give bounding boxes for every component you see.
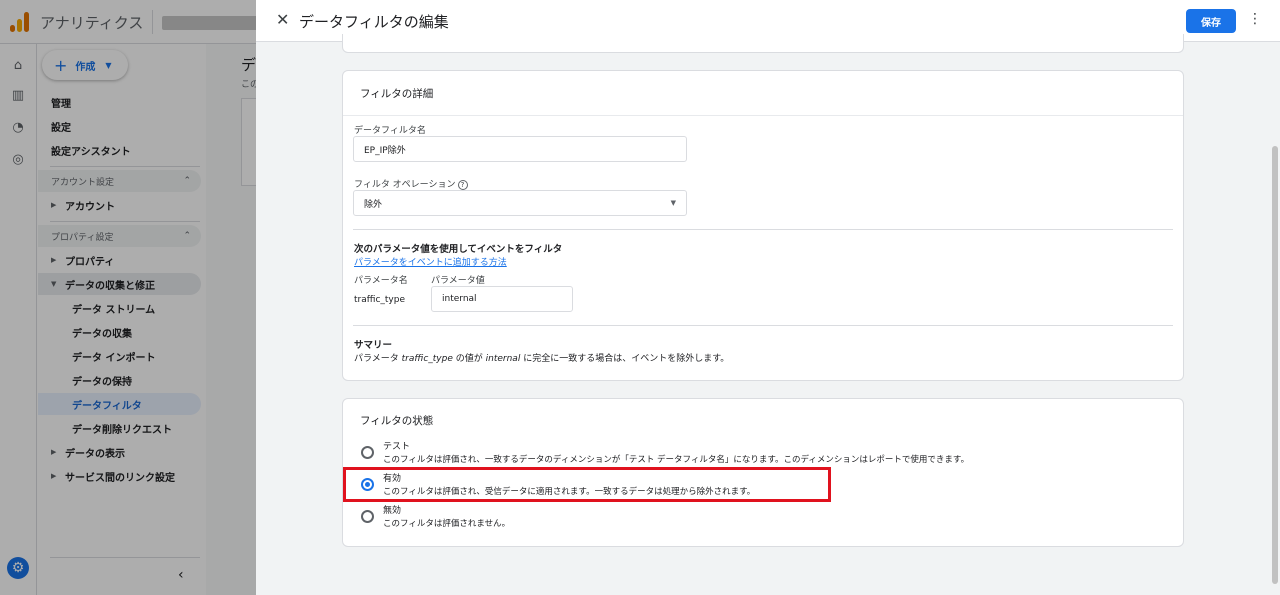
filter-name-input[interactable]: EP_IP除外 <box>353 136 687 162</box>
summary-text: パラメータ traffic_type の値が internal に完全に一致する… <box>354 354 730 364</box>
help-icon[interactable]: ? <box>457 180 468 190</box>
filter-status-header: フィルタの状態 <box>360 415 434 427</box>
highlight-box <box>343 467 831 502</box>
status-radio-inactive[interactable] <box>361 510 374 523</box>
filter-details-card: フィルタの詳細 データフィルタ名 EP_IP除外 フィルタ オペレーション? 除… <box>342 70 1184 381</box>
previous-card <box>342 34 1184 53</box>
section-divider <box>353 325 1173 326</box>
filter-name-label: データフィルタ名 <box>354 126 426 136</box>
param-section-title: 次のパラメータ値を使用してイベントをフィルタ <box>354 244 563 255</box>
status-option-title: 無効 <box>383 506 402 516</box>
filter-details-header: フィルタの詳細 <box>360 88 434 100</box>
dropdown-arrow-icon: ▼ <box>670 199 676 207</box>
status-radio-test[interactable] <box>361 446 374 459</box>
card-header-divider <box>343 115 1183 116</box>
panel-scrollbar[interactable] <box>1272 146 1278 584</box>
status-option-desc: このフィルタは評価されません。 <box>383 519 511 529</box>
param-value-header: パラメータ値 <box>431 276 485 286</box>
more-options-icon[interactable]: ⋮ <box>1248 11 1262 27</box>
panel-title: データフィルタの編集 <box>299 13 449 31</box>
filter-operation-label: フィルタ オペレーション? <box>354 177 468 190</box>
param-value-input[interactable]: internal <box>431 286 573 312</box>
param-name-header: パラメータ名 <box>354 276 408 286</box>
save-button[interactable]: 保存 <box>1186 9 1236 33</box>
edit-data-filter-panel: ✕ データフィルタの編集 保存 ⋮ フィルタの詳細 データフィルタ名 EP_IP… <box>256 0 1280 595</box>
add-param-help-link[interactable]: パラメータをイベントに追加する方法 <box>354 255 507 268</box>
status-option-desc: このフィルタは評価され、一致するデータのディメンションが「テスト データフィルタ… <box>383 455 970 465</box>
close-icon[interactable]: ✕ <box>276 10 289 29</box>
filter-operation-select[interactable]: 除外 ▼ <box>353 190 687 216</box>
summary-title: サマリー <box>354 340 393 351</box>
status-option-title: テスト <box>383 442 411 452</box>
param-name-value: traffic_type <box>354 295 405 305</box>
section-divider <box>353 229 1173 230</box>
